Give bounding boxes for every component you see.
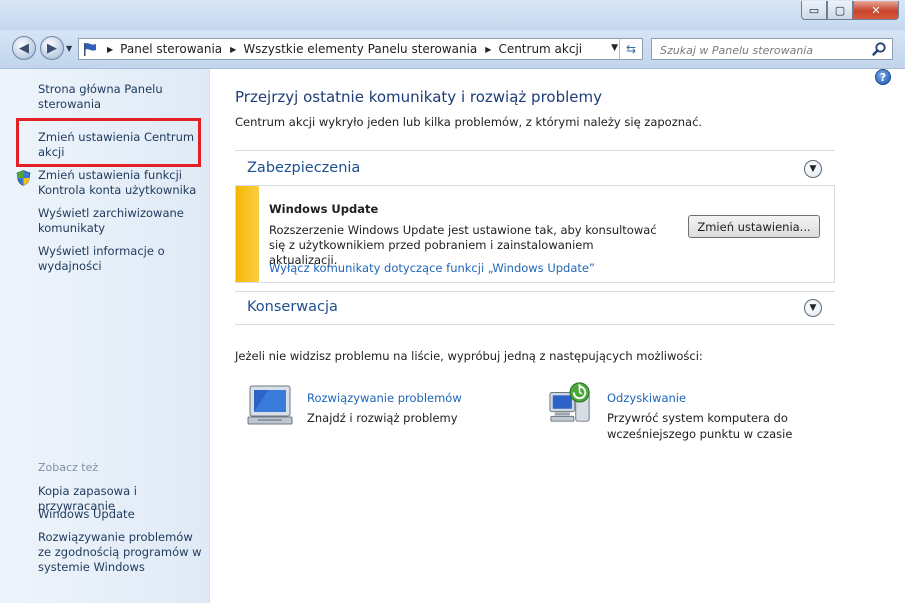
breadcrumb-separator-icon[interactable]: ▶ <box>485 45 491 54</box>
recovery-description: Przywróć system komputera do wcześniejsz… <box>607 411 793 441</box>
refresh-icon[interactable]: ⇆ <box>619 39 642 59</box>
address-bar[interactable]: ▶ Panel sterowania ▶ Wszystkie elementy … <box>78 38 643 60</box>
page-subtitle: Centrum akcji wykryło jeden lub kilka pr… <box>235 115 703 129</box>
see-also-windows-update[interactable]: Windows Update <box>38 507 203 522</box>
maximize-button[interactable]: ▢ <box>827 1 853 20</box>
uac-shield-icon <box>16 170 31 186</box>
alternatives-prompt: Jeżeli nie widzisz problemu na liście, w… <box>235 349 703 363</box>
section-divider <box>235 291 835 292</box>
section-security-title[interactable]: Zabezpieczenia <box>247 160 360 176</box>
minimize-button[interactable]: ▭ <box>801 1 827 20</box>
alert-title: Windows Update <box>269 202 379 216</box>
section-maintenance-title[interactable]: Konserwacja <box>247 299 338 315</box>
close-button[interactable]: ✕ <box>853 1 899 20</box>
troubleshoot-icon[interactable] <box>246 383 294 427</box>
search-icon[interactable] <box>871 41 887 57</box>
help-icon[interactable]: ? <box>875 69 891 85</box>
breadcrumb-control-panel[interactable]: Panel sterowania <box>120 42 222 56</box>
recovery-icon[interactable] <box>546 381 594 425</box>
section-divider <box>235 150 835 151</box>
recent-pages-dropdown-icon[interactable]: ▼ <box>66 44 72 53</box>
windows-update-alert: Windows Update Rozszerzenie Windows Upda… <box>235 185 835 283</box>
turn-off-messages-link[interactable]: Wyłącz komunikaty dotyczące funkcji „Win… <box>269 261 595 275</box>
forward-button[interactable]: ▶ <box>40 36 64 60</box>
troubleshooting-description: Znajdź i rozwiąż problemy <box>307 411 458 425</box>
alert-severity-stripe <box>236 186 259 282</box>
page-title: Przejrzyj ostatnie komunikaty i rozwiąż … <box>235 88 602 106</box>
recovery-link[interactable]: Odzyskiwanie <box>607 391 686 405</box>
breadcrumb: ▶ Panel sterowania ▶ Wszystkie elementy … <box>99 42 582 56</box>
troubleshooting-link[interactable]: Rozwiązywanie problemów <box>307 391 462 405</box>
sidebar-link-archived-messages[interactable]: Wyświetl zarchiwizowane komunikaty <box>38 206 203 236</box>
sidebar-link-change-action-center-settings[interactable]: Zmień ustawienia Centrum akcji <box>38 130 203 160</box>
breadcrumb-action-center[interactable]: Centrum akcji <box>498 42 582 56</box>
see-also-heading: Zobacz też <box>38 461 99 474</box>
caption-buttons: ▭ ▢ ✕ <box>801 1 899 20</box>
chevron-down-icon[interactable]: ▼ <box>804 299 822 317</box>
breadcrumb-all-items[interactable]: Wszystkie elementy Panelu sterowania <box>243 42 477 56</box>
control-panel-flag-icon <box>84 43 96 56</box>
back-button[interactable]: ◀ <box>12 36 36 60</box>
breadcrumb-separator-icon[interactable]: ▶ <box>107 45 113 54</box>
breadcrumb-separator-icon[interactable]: ▶ <box>230 45 236 54</box>
title-bar: ▭ ▢ ✕ <box>0 0 905 30</box>
sidebar: Strona główna Panelu sterowania Zmień us… <box>0 69 210 603</box>
sidebar-link-uac-settings[interactable]: Zmień ustawienia funkcji Kontrola konta … <box>38 168 203 198</box>
sidebar-link-control-panel-home[interactable]: Strona główna Panelu sterowania <box>38 82 203 112</box>
search-input[interactable] <box>658 40 872 60</box>
search-box[interactable] <box>651 38 893 60</box>
address-dropdown-icon[interactable]: ▼ <box>611 43 618 53</box>
action-center-window: ▭ ▢ ✕ ◀ ▶ ▼ ▶ Panel sterowania ▶ Wszystk… <box>0 0 905 603</box>
section-divider <box>235 324 835 325</box>
sidebar-link-performance-info[interactable]: Wyświetl informacje o wydajności <box>38 244 203 274</box>
chevron-down-icon[interactable]: ▼ <box>804 160 822 178</box>
navigation-bar: ◀ ▶ ▼ ▶ Panel sterowania ▶ Wszystkie ele… <box>0 30 905 69</box>
see-also-compatibility-troubleshooter[interactable]: Rozwiązywanie problemów ze zgodnością pr… <box>38 530 203 575</box>
change-settings-button[interactable]: Zmień ustawienia... <box>688 215 820 238</box>
